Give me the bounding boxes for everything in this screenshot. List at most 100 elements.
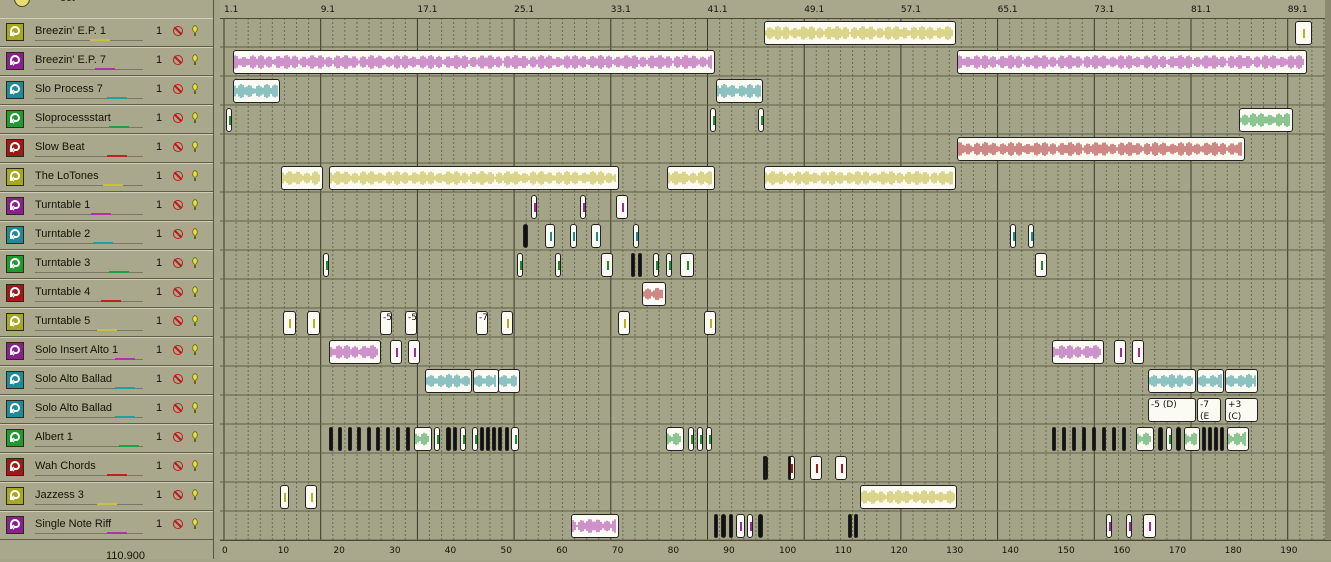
mute-icon[interactable] — [173, 519, 183, 529]
audio-clip[interactable] — [1136, 427, 1154, 451]
audio-clip[interactable] — [498, 369, 520, 393]
audio-clip[interactable] — [453, 427, 457, 451]
loop-track-icon[interactable] — [6, 197, 24, 215]
audio-clip[interactable] — [307, 311, 320, 335]
volume-slider[interactable] — [35, 387, 143, 389]
loop-track-icon[interactable] — [6, 255, 24, 273]
audio-clip[interactable] — [1208, 427, 1212, 451]
audio-clip[interactable] — [545, 224, 555, 248]
audio-clip[interactable] — [338, 427, 342, 451]
loop-track-icon[interactable] — [6, 52, 24, 70]
audio-clip[interactable] — [957, 50, 1307, 74]
audio-clip[interactable] — [396, 427, 400, 451]
loop-track-icon[interactable] — [6, 23, 24, 41]
track-row[interactable]: Solo Insert Alto 1 1 — [0, 337, 213, 366]
audio-clip[interactable] — [1202, 427, 1206, 451]
loop-track-icon[interactable] — [6, 168, 24, 186]
volume-slider-thumb[interactable] — [90, 39, 110, 41]
volume-slider-thumb[interactable] — [93, 242, 113, 244]
audio-clip[interactable] — [680, 253, 694, 277]
audio-clip[interactable] — [763, 456, 766, 480]
solo-icon[interactable] — [192, 112, 198, 124]
audio-clip[interactable] — [1062, 427, 1066, 451]
mute-icon[interactable] — [173, 287, 183, 297]
track-row[interactable]: Turntable 4 1 — [0, 279, 213, 308]
loop-track-icon[interactable] — [6, 226, 24, 244]
audio-clip[interactable] — [414, 427, 432, 451]
loop-track-icon[interactable] — [6, 342, 24, 360]
loop-track-icon[interactable] — [6, 458, 24, 476]
audio-clip[interactable]: +3 (C) — [1225, 398, 1258, 422]
track-row[interactable]: Turntable 5 1 — [0, 308, 213, 337]
mute-icon[interactable] — [173, 374, 183, 384]
audio-clip[interactable] — [1052, 427, 1056, 451]
audio-clip[interactable] — [764, 21, 956, 45]
audio-clip[interactable] — [498, 427, 502, 451]
audio-clip[interactable] — [329, 166, 619, 190]
bottom-ruler[interactable]: 0 10 20 30 40 50 60 70 80 90 100 110 120 130 140 150 160… — [220, 540, 1331, 560]
mute-icon[interactable] — [173, 113, 183, 123]
solo-icon[interactable] — [192, 489, 198, 501]
volume-slider-thumb[interactable] — [115, 416, 135, 418]
mute-icon[interactable] — [173, 171, 183, 181]
mute-icon[interactable] — [173, 200, 183, 210]
solo-icon[interactable] — [192, 54, 198, 66]
audio-clip[interactable] — [305, 485, 317, 509]
audio-clip[interactable] — [406, 427, 410, 451]
audio-clip[interactable] — [667, 166, 715, 190]
mute-icon[interactable] — [173, 142, 183, 152]
audio-clip[interactable] — [618, 311, 630, 335]
audio-clip[interactable] — [517, 253, 523, 277]
audio-clip[interactable] — [1225, 369, 1258, 393]
audio-clip[interactable] — [505, 427, 509, 451]
track-row[interactable]: Wah Chords 1 — [0, 453, 213, 482]
volume-slider[interactable] — [35, 358, 143, 360]
track-row[interactable]: Turntable 1 1 — [0, 192, 213, 221]
audio-clip[interactable] — [281, 166, 323, 190]
audio-clip[interactable] — [1166, 427, 1172, 451]
audio-clip[interactable] — [571, 514, 619, 538]
audio-clip[interactable] — [788, 456, 791, 480]
volume-slider[interactable] — [35, 242, 143, 244]
audio-clip[interactable] — [616, 195, 628, 219]
audio-clip[interactable] — [642, 282, 666, 306]
audio-clip[interactable] — [283, 311, 296, 335]
solo-icon[interactable] — [192, 344, 198, 356]
volume-slider-thumb[interactable] — [107, 97, 127, 99]
audio-clip[interactable] — [1214, 427, 1218, 451]
audio-clip[interactable] — [480, 427, 484, 451]
audio-clip[interactable] — [1028, 224, 1034, 248]
audio-clip[interactable] — [1184, 427, 1200, 451]
audio-clip[interactable] — [486, 427, 490, 451]
audio-clip[interactable] — [1122, 427, 1126, 451]
audio-clip[interactable] — [523, 224, 528, 248]
audio-clip[interactable] — [446, 427, 451, 451]
track-row[interactable]: Turntable 3 1 — [0, 250, 213, 279]
audio-clip[interactable] — [472, 427, 478, 451]
audio-clip[interactable] — [1052, 340, 1104, 364]
track-row[interactable]: Slow Beat 1 — [0, 134, 213, 163]
audio-clip[interactable] — [386, 427, 390, 451]
audio-clip[interactable] — [1092, 427, 1096, 451]
audio-clip[interactable] — [531, 195, 537, 219]
volume-slider-thumb[interactable] — [109, 126, 129, 128]
volume-slider-thumb[interactable] — [107, 155, 127, 157]
track-row[interactable]: Turntable 2 1 — [0, 221, 213, 250]
volume-slider[interactable] — [35, 39, 143, 41]
audio-clip[interactable] — [570, 224, 577, 248]
volume-slider[interactable] — [35, 474, 143, 476]
loop-track-icon[interactable] — [6, 139, 24, 157]
audio-clip[interactable] — [1148, 369, 1196, 393]
audio-clip[interactable] — [633, 224, 639, 248]
loop-track-icon[interactable] — [6, 400, 24, 418]
volume-slider[interactable] — [35, 68, 143, 70]
volume-slider[interactable] — [35, 97, 143, 99]
solo-icon[interactable] — [192, 257, 198, 269]
track-row[interactable]: Solo Alto Ballad 1 — [0, 366, 213, 395]
audio-clip[interactable]: -7 (E — [1197, 398, 1221, 422]
mute-icon[interactable] — [173, 403, 183, 413]
audio-clip[interactable] — [1158, 427, 1163, 451]
audio-clip[interactable] — [721, 514, 726, 538]
mute-icon[interactable] — [173, 490, 183, 500]
audio-clip[interactable] — [1197, 369, 1224, 393]
